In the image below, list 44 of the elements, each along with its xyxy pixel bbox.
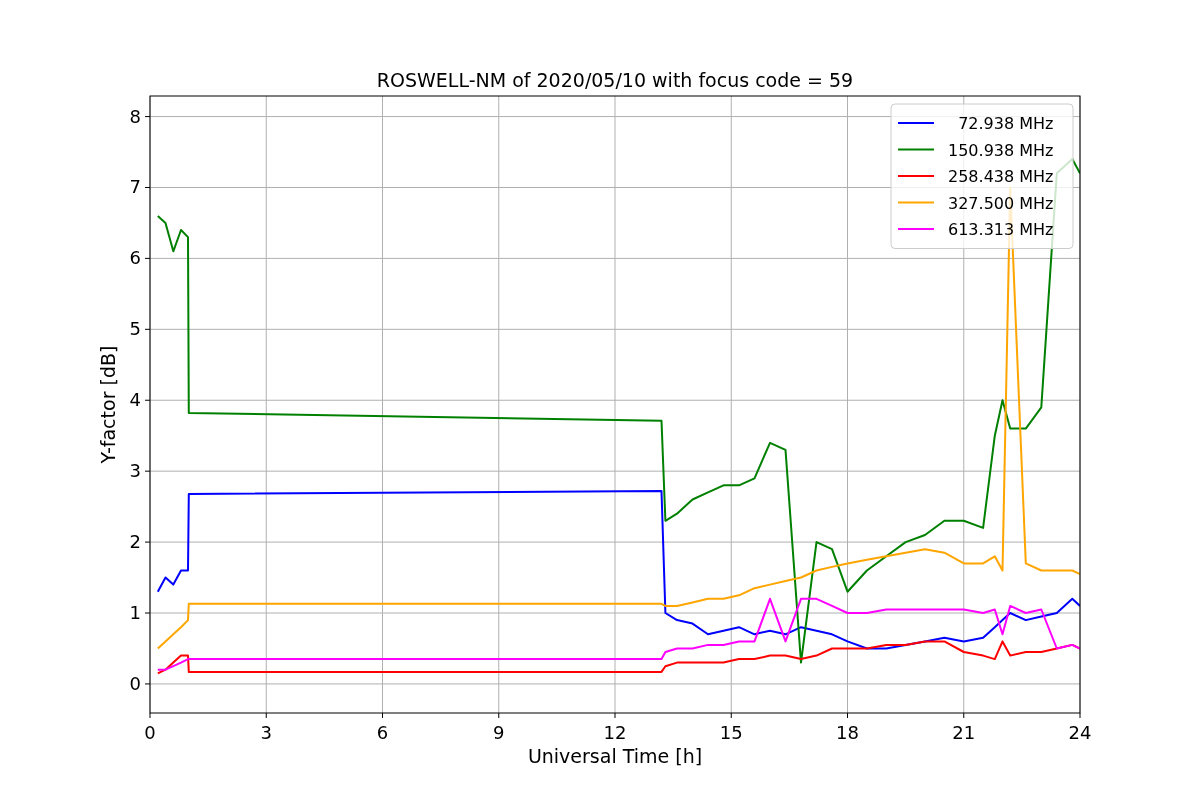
x-tick-label: 3: [260, 722, 272, 743]
y-tick-mark: [144, 328, 151, 330]
y-tick-label: 4: [129, 389, 141, 411]
y-tick-mark: [144, 683, 151, 685]
x-tick-label: 15: [719, 722, 743, 743]
x-tick-label: 12: [603, 722, 627, 743]
legend-label: 327.500 MHz: [948, 193, 1054, 213]
legend-label: 258.438 MHz: [948, 167, 1054, 186]
y-tick-label: 1: [129, 602, 141, 623]
y-tick-label: 6: [129, 247, 141, 269]
x-tick-mark: [1079, 712, 1081, 719]
legend-label: 613.313 MHz: [948, 220, 1054, 239]
x-tick-mark: [730, 712, 732, 719]
y-tick-label: 8: [129, 105, 141, 127]
x-tick-mark: [149, 712, 151, 719]
y-tick-label: 5: [129, 318, 141, 340]
chart-title: ROSWELL-NM of 2020/05/10 with focus code = 59: [376, 69, 854, 91]
y-tick-mark: [144, 541, 151, 543]
y-axis-label: Y-factor [dB]: [97, 345, 119, 464]
x-tick-label: 21: [952, 722, 976, 743]
x-tick-label: 18: [836, 722, 859, 743]
x-axis-label: Universal Time [h]: [527, 745, 703, 767]
x-tick-label: 24: [1068, 722, 1092, 743]
y-tick-label: 2: [129, 531, 141, 553]
y-tick-mark: [144, 470, 151, 472]
y-tick-mark: [144, 116, 151, 118]
x-tick-mark: [847, 712, 848, 719]
y-tick-label: 7: [129, 176, 141, 198]
x-tick-label: 9: [493, 722, 505, 743]
x-tick-mark: [382, 712, 383, 719]
x-tick-mark: [498, 712, 500, 719]
y-tick-mark: [144, 257, 151, 259]
x-tick-label: 6: [376, 722, 389, 743]
y-tick-mark: [144, 187, 151, 188]
legend-label: 72.938 MHz: [958, 114, 1054, 133]
legend-label: 150.938 MHz: [948, 140, 1054, 160]
x-tick-label: 0: [144, 722, 156, 743]
x-tick-mark: [614, 712, 616, 719]
x-tick-mark: [265, 712, 267, 719]
y-tick-mark: [144, 612, 151, 614]
y-tick-label: 0: [129, 672, 141, 694]
y-tick-mark: [144, 399, 151, 401]
y-tick-label: 3: [129, 460, 141, 482]
x-tick-mark: [963, 712, 965, 719]
